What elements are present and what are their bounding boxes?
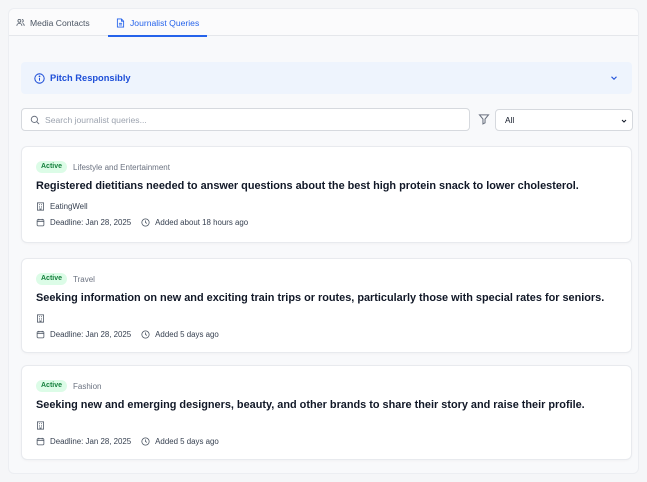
- query-category: Travel: [73, 274, 95, 284]
- tab-label: Journalist Queries: [130, 17, 200, 28]
- query-card[interactable]: Active Lifestyle and Entertainment Regis…: [21, 146, 632, 243]
- clock-icon: [141, 218, 150, 227]
- search-box: [21, 108, 470, 131]
- query-title: Seeking information on new and exciting …: [36, 292, 605, 304]
- search-icon: [30, 115, 40, 124]
- outlet-row: [36, 313, 617, 324]
- outlet-row: EatingWell: [36, 201, 617, 212]
- chevron-down-icon[interactable]: [609, 73, 619, 83]
- building-icon: [37, 421, 44, 430]
- status-badge: Active: [36, 380, 68, 392]
- search-input[interactable]: [45, 114, 445, 125]
- clock-icon: [141, 437, 150, 446]
- query-title: Seeking new and emerging designers, beau…: [36, 399, 585, 411]
- document-icon: [116, 18, 125, 27]
- tab-bar: Media Contacts Journalist Queries: [9, 9, 638, 37]
- pitch-banner-title: Pitch Responsibly: [50, 73, 131, 83]
- meta-row: Deadline: Jan 28, 2025 Added about 18 ho…: [36, 217, 617, 228]
- query-card[interactable]: Active Fashion Seeking new and emerging …: [21, 365, 632, 460]
- calendar-icon: [36, 330, 45, 339]
- clock-icon: [141, 330, 150, 339]
- status-badge: Active: [36, 161, 68, 173]
- deadline-text: Deadline: Jan 28, 2025: [50, 330, 132, 339]
- status-badge: Active: [36, 273, 68, 285]
- tab-media-contacts[interactable]: Media Contacts: [16, 9, 90, 36]
- added-text: Added about 18 hours ago: [155, 218, 249, 227]
- pitch-responsibly-banner[interactable]: Pitch Responsibly: [21, 62, 632, 94]
- query-category: Lifestyle and Entertainment: [73, 162, 170, 172]
- query-category: Fashion: [73, 381, 102, 391]
- status-filter-value: All: [505, 115, 515, 125]
- tab-label: Media Contacts: [30, 17, 90, 28]
- journalist-queries-panel: Media Contacts Journalist Queries Pitch …: [8, 8, 639, 474]
- outlet-name: EatingWell: [50, 202, 88, 211]
- meta-row: Deadline: Jan 28, 2025 Added 5 days ago: [36, 436, 617, 447]
- chevron-down-icon: [621, 119, 627, 123]
- calendar-icon: [36, 437, 45, 446]
- meta-row: Deadline: Jan 28, 2025 Added 5 days ago: [36, 329, 617, 340]
- filter-icon[interactable]: [478, 113, 490, 125]
- query-card[interactable]: Active Travel Seeking information on new…: [21, 258, 632, 353]
- building-icon: [37, 314, 44, 323]
- deadline-text: Deadline: Jan 28, 2025: [50, 218, 132, 227]
- calendar-icon: [36, 218, 45, 227]
- outlet-row: [36, 420, 617, 431]
- added-text: Added 5 days ago: [155, 330, 219, 339]
- building-icon: [37, 202, 44, 211]
- status-filter-select[interactable]: All: [495, 109, 633, 131]
- query-title: Registered dietitians needed to answer q…: [36, 180, 579, 192]
- info-icon: [34, 72, 45, 84]
- tab-journalist-queries[interactable]: Journalist Queries: [107, 9, 208, 37]
- deadline-text: Deadline: Jan 28, 2025: [50, 437, 132, 446]
- users-icon: [16, 18, 25, 26]
- added-text: Added 5 days ago: [155, 437, 219, 446]
